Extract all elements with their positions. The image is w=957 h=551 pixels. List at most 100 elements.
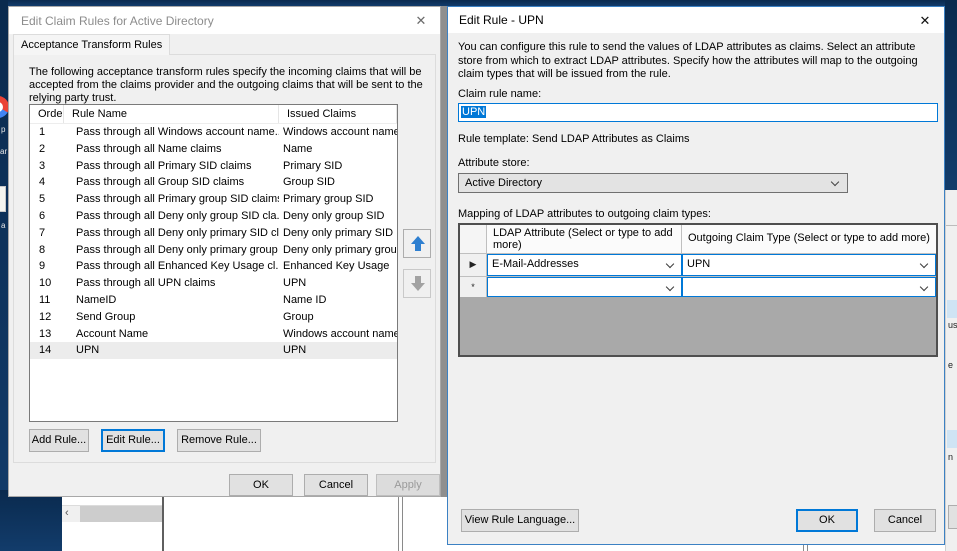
move-up-button[interactable] — [403, 229, 431, 258]
rule-issued-claims: UPN — [279, 275, 397, 292]
rule-issued-claims: Windows account name — [279, 326, 397, 343]
rule-order: 12 — [30, 309, 64, 326]
button-fragment — [948, 505, 957, 529]
tab-acceptance-transform-rules[interactable]: Acceptance Transform Rules — [13, 34, 170, 55]
rule-issued-claims: Primary SID — [279, 158, 397, 175]
edit-claim-rules-dialog: Edit Claim Rules for Active Directory ✕ … — [8, 6, 441, 497]
title-bar[interactable]: Edit Claim Rules for Active Directory ✕ — [9, 7, 440, 34]
occluded-window-sliver: us e n — [945, 190, 957, 551]
chevron-down-icon — [920, 283, 928, 291]
rule-name: Pass through all Deny only group SID cla… — [64, 208, 279, 225]
rule-name: Pass through all Name claims — [64, 141, 279, 158]
claim-rule-row[interactable]: 4Pass through all Group SID claimsGroup … — [30, 174, 397, 191]
desktop-background-bottom-left — [0, 490, 62, 551]
claim-rule-name-value: UPN — [461, 106, 486, 118]
claim-rule-row[interactable]: 11NameIDName ID — [30, 292, 397, 309]
rule-name: Pass through all Deny only primary SID c… — [64, 225, 279, 242]
claim-rule-name-input[interactable]: UPN — [458, 103, 938, 122]
claim-rule-row[interactable]: 1Pass through all Windows account name..… — [30, 124, 397, 141]
rule-issued-claims: UPN — [279, 342, 397, 359]
claim-rule-row[interactable]: 8Pass through all Deny only primary grou… — [30, 242, 397, 259]
claim-rule-row[interactable]: 3Pass through all Primary SID claimsPrim… — [30, 158, 397, 175]
mapping-label: Mapping of LDAP attributes to outgoing c… — [458, 208, 711, 220]
text-fragment: us — [948, 320, 957, 330]
close-icon[interactable]: ✕ — [410, 11, 432, 31]
column-header-issued-claims[interactable]: Issued Claims — [279, 105, 397, 123]
claim-rule-row[interactable]: 2Pass through all Name claimsName — [30, 141, 397, 158]
rule-name: Pass through all Primary group SID claim… — [64, 191, 279, 208]
claim-rule-row[interactable]: 5Pass through all Primary group SID clai… — [30, 191, 397, 208]
ok-button[interactable]: OK — [796, 509, 858, 532]
dialog-title: Edit Rule - UPN — [459, 13, 544, 27]
rule-order: 5 — [30, 191, 64, 208]
outgoing-claim-type-value: UPN — [687, 258, 710, 270]
desktop-background-left: p ar a — [0, 0, 8, 551]
horizontal-scrollbar[interactable]: ‹ — [62, 505, 163, 522]
add-rule-button[interactable]: Add Rule... — [29, 429, 89, 452]
text-fragment: e — [948, 360, 953, 370]
mapping-new-row: * — [460, 276, 936, 297]
cancel-button[interactable]: Cancel — [874, 509, 936, 532]
mapping-grid: LDAP Attribute (Select or type to add mo… — [458, 223, 938, 357]
scrollbar-thumb[interactable] — [80, 506, 163, 522]
desktop-label-fragment: a — [1, 222, 5, 230]
new-row-icon: * — [460, 277, 487, 297]
rule-order: 14 — [30, 342, 64, 359]
close-icon[interactable]: ✕ — [914, 11, 936, 31]
pane-divider[interactable] — [398, 495, 403, 551]
desktop-label-fragment: p — [1, 126, 5, 134]
rule-name: Pass through all Deny only primary group… — [64, 242, 279, 259]
rule-issued-claims: Primary group SID — [279, 191, 397, 208]
claim-rule-name-label: Claim rule name: — [458, 88, 541, 100]
claim-rule-row[interactable]: 6Pass through all Deny only group SID cl… — [30, 208, 397, 225]
edit-rule-button[interactable]: Edit Rule... — [101, 429, 165, 452]
highlight-bar — [947, 300, 957, 318]
rule-name: Send Group — [64, 309, 279, 326]
ldap-attribute-combo-empty[interactable] — [487, 277, 682, 297]
divider — [946, 225, 957, 226]
document-icon[interactable] — [0, 186, 6, 212]
column-header-ldap-attribute: LDAP Attribute (Select or type to add mo… — [487, 225, 682, 253]
outgoing-claim-type-combo[interactable]: UPN — [682, 254, 936, 276]
rule-name: Pass through all Primary SID claims — [64, 158, 279, 175]
column-header-rule-name[interactable]: Rule Name — [64, 105, 279, 123]
attribute-store-label: Attribute store: — [458, 157, 530, 169]
move-down-button[interactable] — [403, 269, 431, 298]
cancel-button[interactable]: Cancel — [304, 474, 368, 496]
claim-rule-row[interactable]: 12Send GroupGroup — [30, 309, 397, 326]
claim-rule-row[interactable]: 7Pass through all Deny only primary SID … — [30, 225, 397, 242]
edit-rule-upn-dialog: Edit Rule - UPN ✕ You can configure this… — [447, 6, 945, 545]
ok-button[interactable]: OK — [229, 474, 293, 496]
title-bar[interactable]: Edit Rule - UPN ✕ — [448, 7, 944, 33]
remove-rule-button[interactable]: Remove Rule... — [177, 429, 261, 452]
claim-rule-row[interactable]: 14UPNUPN — [30, 342, 397, 359]
column-header-order[interactable]: Order — [30, 105, 64, 123]
attribute-store-select[interactable]: Active Directory — [458, 173, 848, 193]
view-rule-language-button[interactable]: View Rule Language... — [461, 509, 579, 532]
ldap-attribute-combo[interactable]: E-Mail-Addresses — [487, 254, 682, 276]
rule-issued-claims: Group SID — [279, 174, 397, 191]
grid-header: LDAP Attribute (Select or type to add mo… — [460, 225, 936, 254]
scroll-left-icon[interactable]: ‹ — [65, 507, 69, 519]
claim-rules-rows: 1Pass through all Windows account name..… — [30, 124, 397, 359]
rule-issued-claims: Name ID — [279, 292, 397, 309]
column-header-outgoing-claim-type: Outgoing Claim Type (Select or type to a… — [682, 225, 936, 253]
outgoing-claim-type-combo-empty[interactable] — [682, 277, 936, 297]
chevron-down-icon — [920, 260, 928, 268]
ldap-attribute-value: E-Mail-Addresses — [492, 258, 579, 270]
claim-rule-row[interactable]: 10Pass through all UPN claimsUPN — [30, 275, 397, 292]
mapping-row: ▶ E-Mail-Addresses UPN — [460, 254, 936, 276]
rule-order: 9 — [30, 258, 64, 275]
rule-issued-claims: Group — [279, 309, 397, 326]
claim-rule-row[interactable]: 13Account NameWindows account name — [30, 326, 397, 343]
rule-name: NameID — [64, 292, 279, 309]
rule-name: Pass through all Windows account name... — [64, 124, 279, 141]
claim-rule-row[interactable]: 9Pass through all Enhanced Key Usage cl.… — [30, 258, 397, 275]
rule-issued-claims: Deny only group SID — [279, 208, 397, 225]
rule-issued-claims: Windows account name — [279, 124, 397, 141]
claim-rules-list[interactable]: Order Rule Name Issued Claims 1Pass thro… — [29, 104, 398, 422]
rule-order: 6 — [30, 208, 64, 225]
chevron-down-icon — [831, 178, 839, 186]
desktop-background-right — [945, 0, 957, 190]
rule-issued-claims: Enhanced Key Usage — [279, 258, 397, 275]
